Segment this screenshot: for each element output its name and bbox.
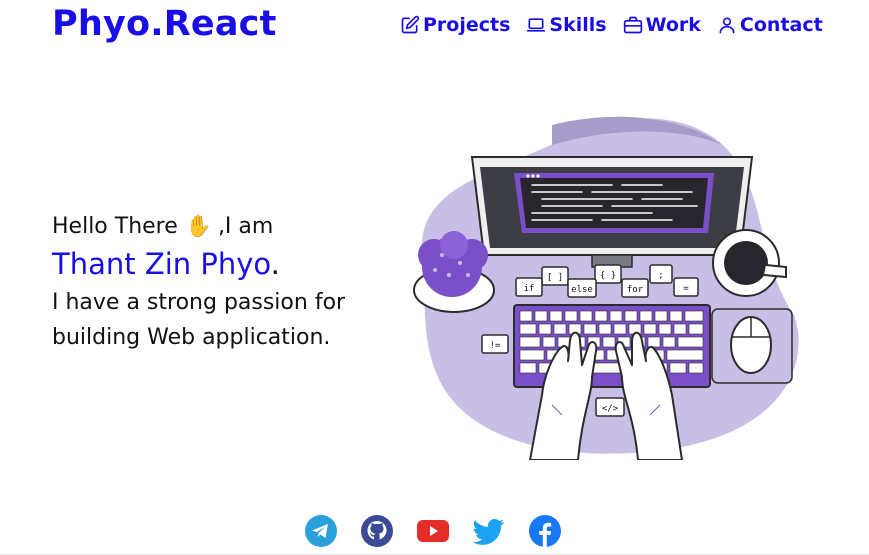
edit-icon: [401, 15, 420, 34]
facebook-icon[interactable]: [528, 514, 562, 548]
greeting-text: Hello There: [52, 214, 178, 239]
greeting-suffix: ,I am: [217, 214, 274, 239]
hero-intro: Hello There ✋ ,I am Thant Zin Phyo. I ha…: [52, 214, 392, 355]
waving-hand-icon: ✋: [185, 214, 212, 238]
briefcase-icon: [623, 16, 642, 34]
laptop-icon: [527, 18, 546, 32]
hero-passion: I have a strong passion for building Web…: [52, 290, 346, 350]
coding-illustration: [ ] { } ; if else for = != </>: [413, 116, 802, 460]
main-nav: Projects Skills Work Contact: [400, 14, 839, 36]
bubble-tag: </>: [595, 397, 625, 417]
hero-name-dot: .: [270, 247, 280, 281]
bubble-if-text: if: [524, 284, 535, 294]
nav-contact-label: Contact: [739, 14, 823, 36]
nav-contact[interactable]: Contact: [717, 14, 823, 36]
bubble-not-equal: !=: [481, 334, 509, 354]
bubble-semicolon-text: ;: [658, 271, 663, 281]
youtube-icon[interactable]: [416, 514, 450, 548]
bubble-equals: =: [673, 277, 699, 297]
nav-skills[interactable]: Skills: [526, 14, 607, 36]
bubble-else-text: else: [571, 285, 593, 295]
nav-work[interactable]: Work: [623, 14, 701, 36]
twitter-icon[interactable]: [472, 514, 506, 548]
greeting-line: Hello There ✋ ,I am: [52, 214, 392, 239]
bubble-not-equal-text: !=: [490, 341, 501, 351]
bubble-brackets: [ ]: [541, 266, 569, 286]
telegram-icon[interactable]: [304, 514, 338, 548]
hero-name-text: Thant Zin Phyo: [52, 247, 271, 281]
bubble-tag-text: </>: [602, 404, 619, 414]
social-links: [304, 514, 584, 548]
bubble-for: for: [621, 278, 649, 298]
bubble-for-text: for: [627, 285, 644, 295]
keyboard: [513, 304, 711, 388]
bubble-brackets-text: [ ]: [547, 273, 563, 283]
nav-work-label: Work: [645, 14, 701, 36]
bubble-braces: { }: [594, 264, 622, 284]
nav-projects[interactable]: Projects: [400, 14, 510, 36]
github-icon[interactable]: [360, 514, 394, 548]
bubble-else: else: [567, 278, 597, 298]
bubble-if: if: [515, 277, 543, 297]
mouse: [711, 308, 793, 384]
hero-name: Thant Zin Phyo.: [52, 247, 392, 281]
bubble-semicolon: ;: [649, 264, 673, 284]
user-icon: [719, 17, 735, 34]
bubble-equals-text: =: [683, 284, 689, 294]
nav-projects-label: Projects: [423, 14, 511, 36]
brand-logo[interactable]: Phyo.React: [52, 4, 277, 44]
monitor: [470, 156, 754, 268]
bubble-braces-text: { }: [600, 271, 616, 281]
nav-skills-label: Skills: [549, 14, 607, 36]
